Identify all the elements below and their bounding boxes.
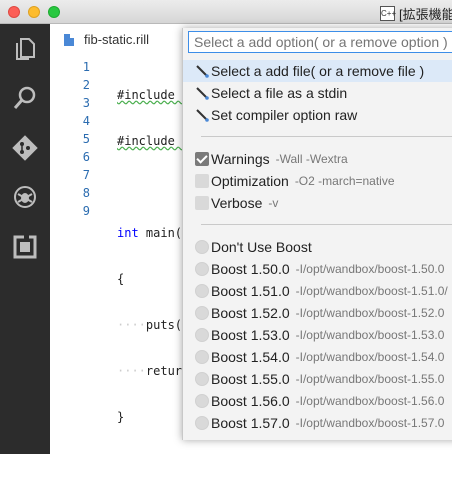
boost-label: Don't Use Boost <box>211 239 312 255</box>
compiler-options-quickpick: Select a add file( or a remove file ) Se… <box>182 28 452 440</box>
window-title: C++ [拡張機能] <box>380 4 452 23</box>
radio-icon <box>195 306 209 320</box>
boost-option[interactable]: Don't Use Boost <box>195 236 312 258</box>
action-label: Set compiler option raw <box>211 107 358 123</box>
editor-tab[interactable]: fib-static.rill <box>64 32 149 47</box>
boost-label: Boost 1.54.0 <box>211 349 290 365</box>
search-icon[interactable] <box>12 85 38 111</box>
option-detail: -O2 -march=native <box>294 174 395 188</box>
boost-detail: -I/opt/wandbox/boost-1.50.0 <box>295 262 445 276</box>
boost-option[interactable]: Boost 1.57.0 -I/opt/wandbox/boost-1.57.0 <box>195 412 444 434</box>
boost-detail: -I/opt/wandbox/boost-1.53.0 <box>295 328 445 342</box>
code-line: #include <box>117 134 183 148</box>
boost-option[interactable]: Boost 1.55.0 -I/opt/wandbox/boost-1.55.0 <box>195 368 444 390</box>
boost-label: Boost 1.53.0 <box>211 327 290 343</box>
boost-detail: -I/opt/wandbox/boost-1.55.0 <box>295 372 445 386</box>
boost-option[interactable]: Boost 1.56.0 -I/opt/wandbox/boost-1.56.0 <box>195 390 444 412</box>
radio-icon <box>195 350 209 364</box>
brush-icon <box>196 65 209 78</box>
line-number: 6 <box>82 150 90 164</box>
line-number: 8 <box>82 186 90 200</box>
boost-label: Boost 1.52.0 <box>211 305 290 321</box>
brush-icon <box>196 87 209 100</box>
option-detail: -Wall -Wextra <box>275 152 348 166</box>
window-title-text: [拡張機能] <box>399 7 452 22</box>
code-line: } <box>117 410 125 424</box>
code-text[interactable]: #include #include int main( { ····puts( … <box>117 58 182 500</box>
activity-bar <box>0 24 50 454</box>
line-number: 7 <box>82 168 90 182</box>
boost-label: Boost 1.56.0 <box>211 393 290 409</box>
radio-icon <box>195 240 209 254</box>
action-label: Select a file as a stdin <box>211 85 348 101</box>
boost-detail: -I/opt/wandbox/boost-1.51.0/ <box>295 284 448 298</box>
boost-label: Boost 1.51.0 <box>211 283 290 299</box>
option-detail: -v <box>268 196 279 210</box>
code-line: ····puts( <box>117 318 183 332</box>
line-number: 2 <box>82 78 90 92</box>
boost-label: Boost 1.57.0 <box>211 415 290 431</box>
boost-detail: -I/opt/wandbox/boost-1.54.0 <box>295 350 445 364</box>
radio-icon <box>195 328 209 342</box>
line-number: 5 <box>82 132 90 146</box>
files-icon[interactable] <box>12 36 38 62</box>
boost-option[interactable]: Boost 1.50.0 -I/opt/wandbox/boost-1.50.0 <box>195 258 444 280</box>
line-number-gutter: 1 2 3 4 5 6 7 8 9 <box>70 58 90 220</box>
window-titlebar: C++ [拡張機能] <box>0 0 452 24</box>
boost-detail: -I/opt/wandbox/boost-1.56.0 <box>295 394 445 408</box>
option-label: Optimization <box>211 173 289 189</box>
file-icon <box>64 33 74 46</box>
code-line: int main( <box>117 226 183 240</box>
zoom-window-button[interactable] <box>48 6 60 18</box>
separator <box>201 136 452 137</box>
option-verbose[interactable]: Verbose -v <box>195 192 278 214</box>
radio-icon <box>195 394 209 408</box>
brush-icon <box>196 109 209 122</box>
extensions-icon[interactable] <box>12 234 38 260</box>
cpp-file-icon: C++ <box>380 6 396 21</box>
radio-icon <box>195 416 209 430</box>
boost-option[interactable]: Boost 1.52.0 -I/opt/wandbox/boost-1.52.0 <box>195 302 444 324</box>
radio-icon <box>195 372 209 386</box>
checkbox-unchecked-icon <box>195 174 209 188</box>
option-search-input[interactable] <box>188 31 452 53</box>
option-label: Warnings <box>211 151 270 167</box>
line-number: 1 <box>82 60 90 74</box>
minimize-window-button[interactable] <box>28 6 40 18</box>
boost-label: Boost 1.55.0 <box>211 371 290 387</box>
code-line: { <box>117 272 125 286</box>
git-icon[interactable] <box>12 135 38 161</box>
compiler-option-raw-action[interactable]: Set compiler option raw <box>195 104 357 126</box>
boost-option[interactable]: Boost 1.51.0 -I/opt/wandbox/boost-1.51.0… <box>195 280 448 302</box>
line-number: 3 <box>82 96 90 110</box>
line-number: 9 <box>82 204 90 218</box>
radio-icon <box>195 262 209 276</box>
separator <box>201 224 452 225</box>
boost-label: Boost 1.50.0 <box>211 261 290 277</box>
option-label: Verbose <box>211 195 263 211</box>
add-file-action[interactable]: Select a add file( or a remove file ) <box>195 60 424 82</box>
checkbox-unchecked-icon <box>195 196 209 210</box>
action-label: Select a add file( or a remove file ) <box>211 63 425 79</box>
radio-icon <box>195 284 209 298</box>
close-window-button[interactable] <box>8 6 20 18</box>
tab-label: fib-static.rill <box>84 32 150 47</box>
checkbox-checked-icon <box>195 152 209 166</box>
stdin-file-action[interactable]: Select a file as a stdin <box>195 82 347 104</box>
boost-detail: -I/opt/wandbox/boost-1.57.0 <box>295 416 445 430</box>
boost-option[interactable]: Boost 1.54.0 -I/opt/wandbox/boost-1.54.0 <box>195 346 444 368</box>
option-warnings[interactable]: Warnings -Wall -Wextra <box>195 148 348 170</box>
line-number: 4 <box>82 114 90 128</box>
code-line: ····retur <box>117 364 183 378</box>
boost-detail: -I/opt/wandbox/boost-1.52.0 <box>295 306 445 320</box>
debug-icon[interactable] <box>12 184 38 210</box>
boost-option[interactable]: Boost 1.53.0 -I/opt/wandbox/boost-1.53.0 <box>195 324 444 346</box>
code-line: #include <box>117 88 183 102</box>
option-optimization[interactable]: Optimization -O2 -march=native <box>195 170 395 192</box>
